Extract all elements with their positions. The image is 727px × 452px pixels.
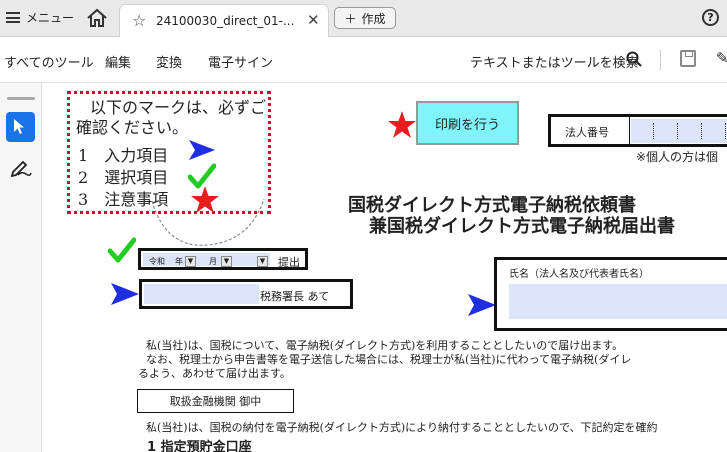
tax-office-box: 税務署長 あて <box>139 279 353 309</box>
dashed-arc <box>151 198 265 246</box>
convert-menu[interactable]: 変換 <box>156 52 182 71</box>
era-label: 令和 <box>149 257 165 266</box>
save-icon[interactable] <box>680 50 696 67</box>
tab-bar: メニュー ☆ 24100030_direct_01-... ✕ ＋ 作成 ? <box>0 0 727 37</box>
bank-box: 取扱金融機関 御中 <box>137 389 294 413</box>
star-mark-icon <box>388 111 416 138</box>
sign-tool-icon[interactable] <box>10 157 32 177</box>
legend-row-select: 2 選択項目 <box>78 164 168 188</box>
legend-num: 1 <box>78 146 89 165</box>
menu-button[interactable]: メニュー <box>6 9 74 26</box>
legend-title: 以下のマークは、必ずご確認ください。 <box>76 98 267 137</box>
arrow-mark-icon <box>111 283 139 305</box>
plus-icon: ＋ <box>344 11 357 26</box>
corporate-number-input[interactable] <box>631 119 727 143</box>
new-tab-label: 作成 <box>361 11 386 26</box>
tool-rail <box>0 83 42 452</box>
year-unit: 年 <box>175 257 183 266</box>
date-field: 令和 年 ▼ 月 ▼ ▼ <box>143 253 270 267</box>
legend-num: 3 <box>78 190 89 209</box>
edit-menu[interactable]: 編集 <box>105 52 131 71</box>
e-sign-menu[interactable]: 電子サイン <box>208 52 273 71</box>
toolbar: すべてのツール 編集 変換 電子サイン テキストまたはツールを検索 ✎ <box>0 37 727 83</box>
home-icon[interactable] <box>86 8 108 28</box>
submit-label: 提出 <box>278 256 300 269</box>
day-dropdown[interactable]: ▼ <box>257 256 268 267</box>
hamburger-icon <box>6 12 20 23</box>
help-icon[interactable]: ? <box>702 9 719 26</box>
tax-office-input[interactable] <box>144 284 259 304</box>
tab-title: 24100030_direct_01-... <box>156 14 295 28</box>
submission-date-box: 令和 年 ▼ 月 ▼ ▼ 提出 <box>138 248 308 270</box>
section-heading: 1 指定預貯金口座 <box>147 440 252 452</box>
new-tab-button[interactable]: ＋ 作成 <box>334 7 396 29</box>
name-box: 氏名（法人名及び代表者氏名） <box>494 257 727 331</box>
pen-icon[interactable]: ✎ <box>716 49 727 67</box>
corporate-number-box: 法人番号 <box>548 114 727 147</box>
menu-label: メニュー <box>26 11 75 25</box>
name-label: 氏名（法人名及び代表者氏名） <box>509 269 649 280</box>
legend-label: 入力項目 <box>104 146 169 165</box>
month-unit: 月 <box>209 257 217 266</box>
individual-note: ※個人の方は個 <box>636 150 719 164</box>
rail-grip[interactable] <box>7 97 35 100</box>
month-dropdown[interactable]: ▼ <box>221 256 232 267</box>
corporate-number-label: 法人番号 <box>565 126 609 139</box>
cursor-icon <box>14 119 24 134</box>
toolbar-divider <box>660 50 661 70</box>
arrow-mark-icon <box>468 294 496 316</box>
legend-row-input: 1 入力項目 <box>78 142 168 166</box>
legend-num: 2 <box>78 168 89 187</box>
close-icon[interactable]: ✕ <box>307 11 320 29</box>
paragraph: るよう、あわせて届け出ます。 <box>138 367 291 380</box>
star-icon[interactable]: ☆ <box>132 11 146 30</box>
form-subtitle: 兼国税ダイレクト方式電子納税届出書 <box>369 216 675 237</box>
document-page: 以下のマークは、必ずご確認ください。 1 入力項目 2 選択項目 3 注意事項 … <box>42 83 727 452</box>
all-tools-menu[interactable]: すべてのツール <box>4 52 94 71</box>
name-input[interactable] <box>509 284 727 319</box>
select-tool-button[interactable] <box>6 112 35 142</box>
tax-office-label: 税務署長 あて <box>260 290 330 303</box>
check-mark-icon <box>108 237 136 263</box>
print-button[interactable]: 印刷を行う <box>416 101 519 145</box>
search-icon[interactable] <box>626 51 642 67</box>
document-tab[interactable]: ☆ 24100030_direct_01-... ✕ <box>119 4 329 37</box>
search-label[interactable]: テキストまたはツールを検索 <box>470 52 639 71</box>
legend-label: 選択項目 <box>104 168 169 187</box>
paragraph: 私(当社)は、国税の納付を電子納税(ダイレクト方式)により納付することとしたいの… <box>146 421 658 434</box>
arrow-mark-icon <box>189 140 215 160</box>
divider <box>629 117 630 144</box>
year-dropdown[interactable]: ▼ <box>185 256 196 267</box>
